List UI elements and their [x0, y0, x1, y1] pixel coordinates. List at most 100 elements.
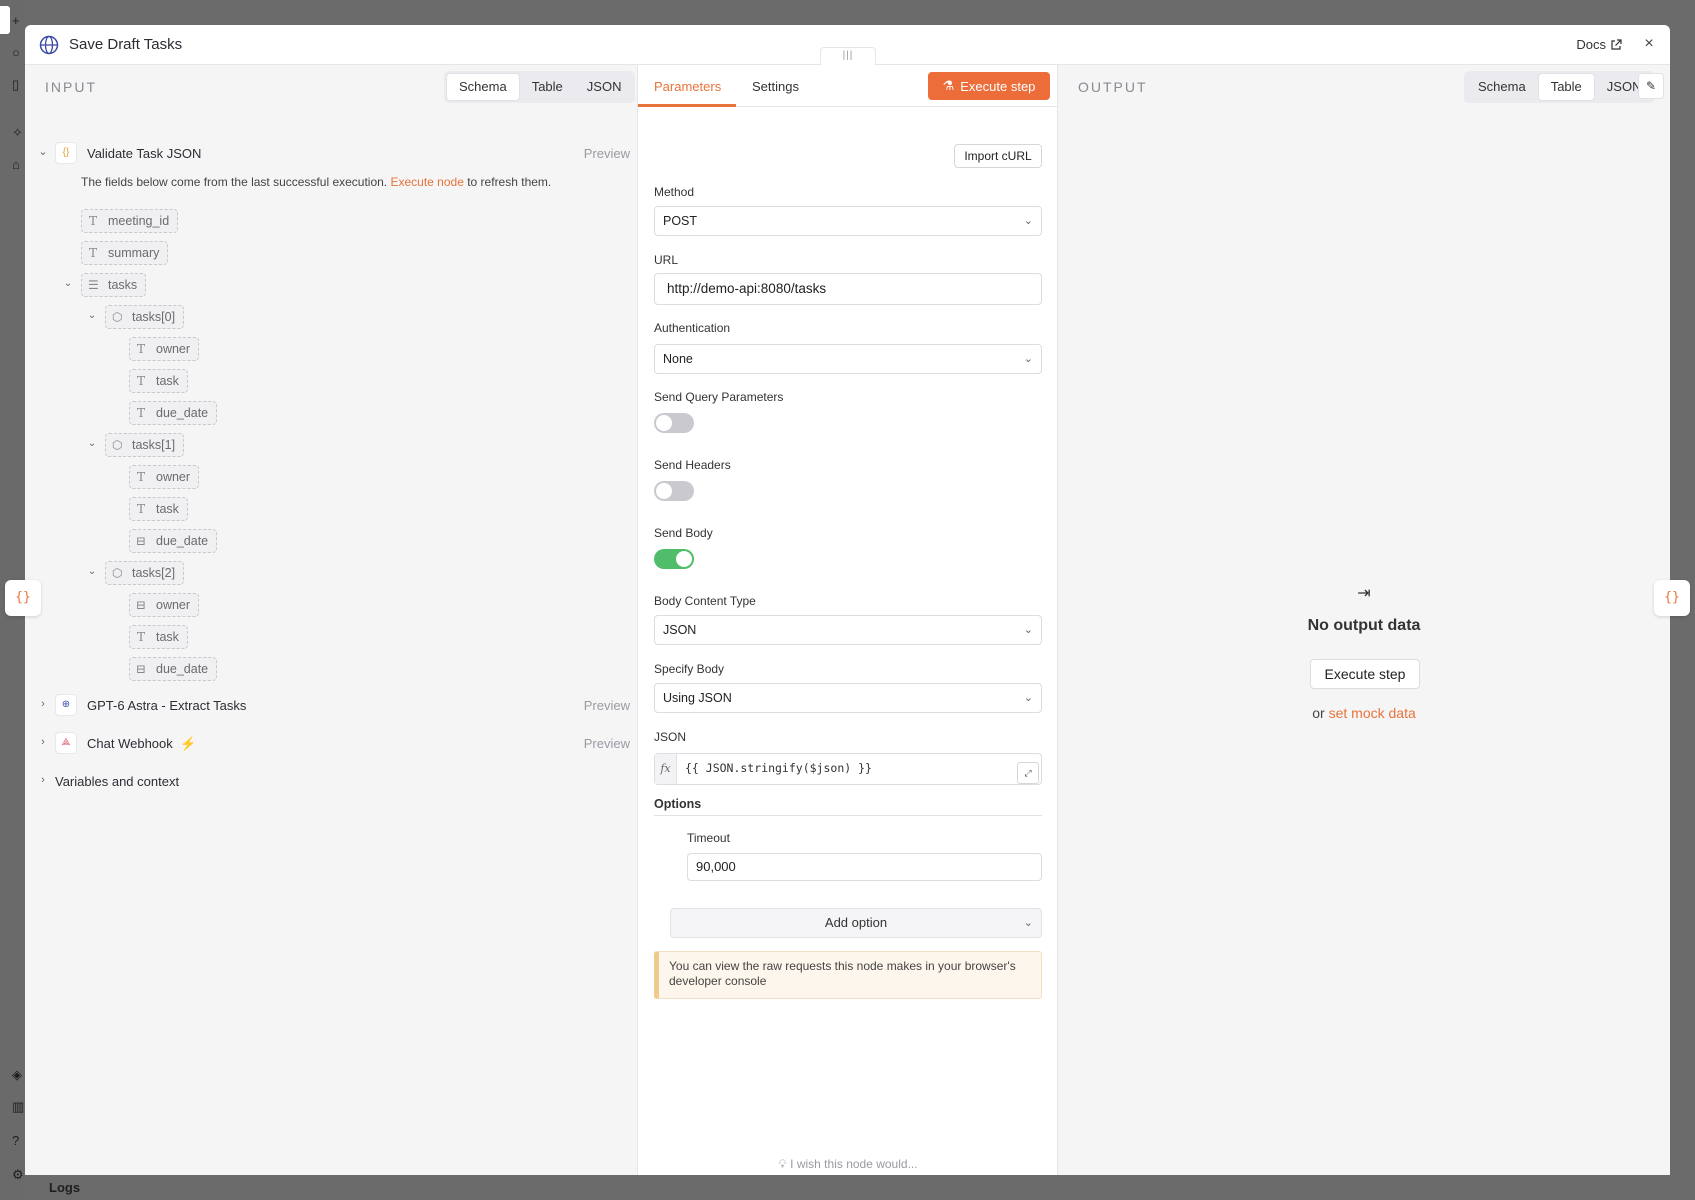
field-pill[interactable]: ⊟ owner — [129, 593, 200, 617]
execute-step-button[interactable]: ⚗ Execute step — [928, 72, 1050, 100]
body-content-type-select[interactable]: JSON ⌄ — [654, 615, 1042, 645]
field-name: tasks[1] — [132, 438, 176, 452]
field-pill[interactable]: T task — [129, 369, 188, 393]
tab-json[interactable]: JSON — [575, 73, 634, 101]
input-node-gpt[interactable]: › ⊕ GPT-6 Astra - Extract Tasks Preview — [25, 692, 638, 720]
field-pill[interactable]: T owner — [129, 465, 200, 489]
timeout-label: Timeout — [687, 831, 730, 845]
developer-console-notice: You can view the raw requests this node … — [654, 951, 1042, 999]
field-name: summary — [108, 246, 160, 260]
field-name: owner — [156, 598, 191, 612]
plus-icon: + — [12, 13, 20, 28]
execute-node-link[interactable]: Execute node — [390, 175, 463, 189]
field-pill[interactable]: ⬡ tasks[2] — [105, 561, 185, 585]
chevron-down-icon: ⌄ — [1023, 917, 1033, 929]
tab-table[interactable]: Table — [520, 73, 575, 101]
text-type-icon: T — [136, 630, 145, 644]
field-pill[interactable]: T owner — [129, 337, 200, 361]
send-query-toggle[interactable] — [654, 413, 694, 433]
text-type-icon: T — [136, 374, 145, 388]
field-pill[interactable]: T task — [129, 497, 188, 521]
preview-link[interactable]: Preview — [584, 698, 630, 713]
chevron-right-icon[interactable]: › — [37, 698, 49, 710]
help-icon: ? — [12, 1133, 20, 1148]
chevron-right-icon[interactable]: › — [37, 736, 49, 748]
preview-link[interactable]: Preview — [584, 146, 630, 161]
field-pill[interactable]: ⬡ tasks[0] — [105, 305, 185, 329]
chevron-down-icon[interactable]: ⌄ — [86, 438, 98, 449]
flask-icon: ⚗ — [942, 78, 955, 93]
globe-icon — [39, 35, 59, 55]
chevron-down-icon[interactable]: ⌄ — [86, 566, 98, 577]
tab-settings[interactable]: Settings — [752, 79, 799, 94]
no-output-title: No output data — [1307, 617, 1421, 634]
text-type-icon: T — [136, 470, 145, 484]
field-name: tasks — [108, 278, 138, 292]
field-pill[interactable]: T due_date — [129, 401, 218, 425]
json-expression-field[interactable]: fx {{ JSON.stringify($json) }} ⤢ — [654, 753, 1042, 785]
send-body-toggle[interactable] — [654, 549, 694, 569]
send-headers-label: Send Headers — [654, 458, 731, 472]
text-type-icon: T — [136, 406, 145, 420]
home-icon: ⌂ — [12, 157, 20, 172]
tab-parameters[interactable]: Parameters — [654, 79, 721, 94]
close-icon[interactable]: × — [1640, 35, 1658, 53]
url-label: URL — [654, 253, 679, 267]
output-data-toggle-icon[interactable]: {} — [1654, 580, 1690, 616]
field-name: tasks[2] — [132, 566, 176, 580]
output-view-switcher: Schema Table JSON — [1464, 71, 1656, 103]
text-type-icon: T — [136, 342, 145, 356]
node-name: Validate Task JSON — [87, 146, 202, 161]
send-headers-toggle[interactable] — [654, 481, 694, 501]
mock-data-line: or set mock data — [1058, 705, 1670, 721]
input-view-switcher: Schema Table JSON — [444, 71, 636, 103]
field-pill[interactable]: ⊟ due_date — [129, 657, 218, 681]
input-node-validate[interactable]: ⌄ {} Validate Task JSON Preview — [25, 140, 638, 168]
chevron-down-icon[interactable]: ⌄ — [62, 278, 74, 289]
url-input[interactable]: http://demo-api:8080/tasks — [654, 273, 1042, 305]
method-select[interactable]: POST ⌄ — [654, 206, 1042, 236]
specify-body-select[interactable]: Using JSON ⌄ — [654, 683, 1042, 713]
chevron-down-icon[interactable]: ⌄ — [86, 310, 98, 321]
field-pill[interactable]: ⊟ due_date — [129, 529, 218, 553]
docs-link[interactable]: Docs — [1576, 37, 1622, 52]
import-curl-button[interactable]: Import cURL — [954, 144, 1042, 168]
feedback-link[interactable]: 💡︎ I wish this node would... — [638, 1157, 1058, 1172]
execute-step-button[interactable]: Execute step — [1310, 659, 1420, 689]
tab-schema[interactable]: Schema — [446, 73, 520, 101]
set-mock-data-link[interactable]: set mock data — [1329, 705, 1416, 721]
field-pill[interactable]: ☰ tasks — [81, 273, 147, 297]
tab-schema[interactable]: Schema — [1466, 73, 1538, 101]
field-name: task — [156, 502, 179, 516]
chevron-right-icon[interactable]: › — [37, 774, 49, 786]
field-name: task — [156, 374, 179, 388]
lightbulb-icon: 💡︎ — [778, 1157, 787, 1171]
add-option-button[interactable]: Add option ⌄ — [670, 908, 1042, 938]
panel-drag-handle[interactable]: ||| — [820, 47, 876, 65]
field-pill[interactable]: T summary — [81, 241, 169, 265]
output-panel: OUTPUT Schema Table JSON ✎ ⇥ No output d… — [1058, 65, 1670, 1175]
timeout-input[interactable]: 90,000 — [687, 853, 1042, 881]
field-pill[interactable]: T task — [129, 625, 188, 649]
input-data-toggle-icon[interactable]: {} — [5, 580, 41, 616]
preview-link[interactable]: Preview — [584, 736, 630, 751]
feedback-label: I wish this node would... — [790, 1157, 918, 1171]
logs-bar: Logs — [25, 1175, 1695, 1200]
null-type-icon: ⊟ — [136, 598, 147, 612]
field-pill[interactable]: T meeting_id — [81, 209, 179, 233]
field-name: meeting_id — [108, 214, 170, 228]
chevron-down-icon[interactable]: ⌄ — [37, 146, 49, 158]
text-type-icon: T — [88, 214, 97, 228]
output-panel-label: OUTPUT — [1078, 79, 1148, 95]
object-cube-icon: ⬡ — [112, 566, 123, 580]
logs-label: Logs — [49, 1180, 81, 1195]
node-name-text: Chat Webhook — [87, 736, 173, 751]
schema-info: The fields below come from the last succ… — [81, 175, 551, 189]
field-pill[interactable]: ⬡ tasks[1] — [105, 433, 185, 457]
pencil-icon[interactable]: ✎ — [1638, 73, 1664, 99]
input-node-webhook[interactable]: › ⟁ Chat Webhook ⚡ Preview — [25, 730, 638, 758]
tab-table[interactable]: Table — [1537, 73, 1595, 101]
authentication-select[interactable]: None ⌄ — [654, 344, 1042, 374]
expand-editor-icon[interactable]: ⤢ — [1017, 762, 1039, 784]
variables-context-row[interactable]: › Variables and context — [25, 768, 638, 796]
